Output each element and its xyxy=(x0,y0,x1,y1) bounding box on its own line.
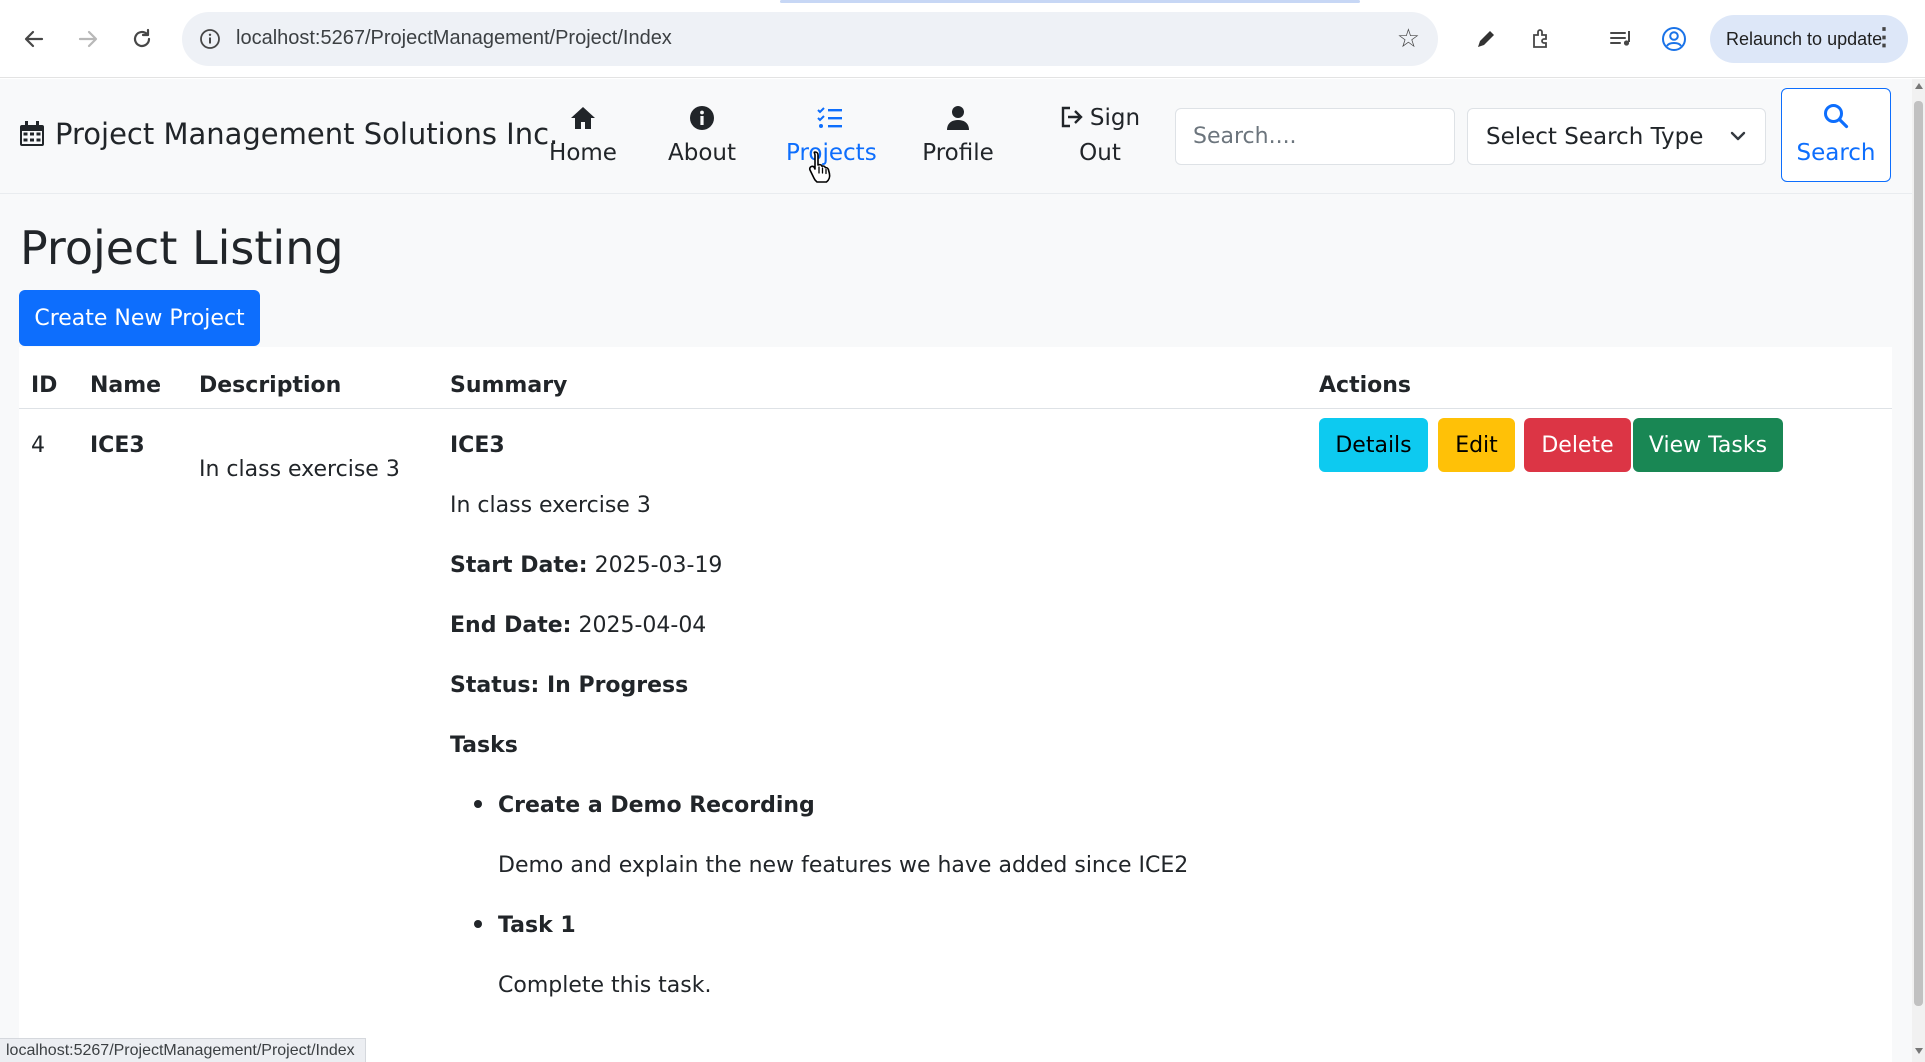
scroll-up-arrow-icon[interactable] xyxy=(1915,83,1923,89)
media-queue-icon[interactable] xyxy=(1604,22,1638,56)
summary-name: ICE3 xyxy=(450,433,505,458)
task-description: Complete this task. xyxy=(498,973,712,998)
user-icon xyxy=(920,101,996,135)
summary-status: Status: In Progress xyxy=(450,673,689,698)
nav-item-label: Profile xyxy=(922,140,994,166)
column-header-id: ID xyxy=(31,373,58,398)
tasks-list-icon xyxy=(786,101,874,135)
bullet-dot xyxy=(474,800,482,808)
relaunch-label: Relaunch to update xyxy=(1726,28,1883,49)
site-navbar: Project Management Solutions Inc. Home A… xyxy=(0,79,1912,194)
column-header-summary: Summary xyxy=(450,373,568,398)
task-item: Create a Demo Recording xyxy=(474,793,815,818)
sign-out-label-line2: Out xyxy=(1079,140,1121,166)
calendar-icon xyxy=(20,121,44,146)
bullet-dot xyxy=(474,920,482,928)
sign-out-label-line1: Sign xyxy=(1089,105,1141,131)
details-button[interactable]: Details xyxy=(1319,418,1428,472)
profile-avatar-icon[interactable] xyxy=(1657,22,1691,56)
nav-item-sign-out[interactable]: Sign Out xyxy=(1057,101,1143,171)
reload-icon[interactable] xyxy=(125,22,159,56)
house-icon xyxy=(549,101,617,135)
search-button[interactable]: Search xyxy=(1781,88,1891,182)
nav-item-about[interactable]: About xyxy=(664,101,740,171)
nav-item-label: About xyxy=(667,140,736,166)
end-date-value: 2025-04-04 xyxy=(578,613,707,638)
create-new-project-button[interactable]: Create New Project xyxy=(19,290,260,346)
search-type-select[interactable]: Select Search Type xyxy=(1467,108,1766,165)
task-title: Task 1 xyxy=(498,913,576,938)
search-placeholder: Search.... xyxy=(1193,124,1297,149)
nav-item-profile[interactable]: Profile xyxy=(920,101,996,171)
bookmark-star-icon[interactable]: ☆ xyxy=(1397,24,1420,54)
search-input[interactable]: Search.... xyxy=(1175,108,1455,165)
brand-name: Project Management Solutions Inc. xyxy=(55,117,559,151)
info-circle-icon xyxy=(664,101,740,135)
extensions-puzzle-icon[interactable] xyxy=(1524,22,1558,56)
search-type-value: Select Search Type xyxy=(1486,123,1704,150)
loading-indicator xyxy=(780,0,1360,3)
row-description: In class exercise 3 xyxy=(199,457,400,482)
browser-toolbar: localhost:5267/ProjectManagement/Project… xyxy=(0,0,1925,78)
page-scrollbar[interactable] xyxy=(1912,79,1925,1062)
mouse-pointer-icon xyxy=(806,150,836,190)
row-id: 4 xyxy=(31,433,45,458)
view-tasks-button[interactable]: View Tasks xyxy=(1633,418,1783,472)
summary-tasks-heading: Tasks xyxy=(450,733,518,758)
nav-item-home[interactable]: Home xyxy=(549,101,617,171)
column-header-description: Description xyxy=(199,373,342,398)
more-menu-icon[interactable]: ⋮ xyxy=(1872,24,1896,52)
brand[interactable]: Project Management Solutions Inc. xyxy=(18,117,558,151)
header-divider xyxy=(19,408,1892,409)
back-arrow-icon[interactable] xyxy=(17,22,51,56)
end-date-label: End Date: xyxy=(450,613,572,638)
column-header-name: Name xyxy=(90,373,162,398)
start-date-value: 2025-03-19 xyxy=(594,553,723,578)
delete-button[interactable]: Delete xyxy=(1524,418,1631,472)
chevron-down-icon xyxy=(1729,125,1747,151)
summary-end-date: End Date: 2025-04-04 xyxy=(450,613,706,638)
projects-table: ID Name Description Summary Actions 4 IC… xyxy=(19,347,1892,1062)
task-title: Create a Demo Recording xyxy=(498,793,815,818)
column-header-actions: Actions xyxy=(1319,373,1411,398)
forward-arrow-icon[interactable] xyxy=(71,22,105,56)
nav-item-label: Home xyxy=(549,140,617,166)
page-content: Project Management Solutions Inc. Home A… xyxy=(0,79,1912,1062)
url-text[interactable]: localhost:5267/ProjectManagement/Project… xyxy=(236,27,672,50)
scroll-thumb[interactable] xyxy=(1914,101,1923,1006)
site-info-icon[interactable] xyxy=(196,25,224,53)
search-icon xyxy=(1782,103,1890,135)
sign-out-icon xyxy=(1061,106,1083,128)
address-bar[interactable]: localhost:5267/ProjectManagement/Project… xyxy=(182,12,1438,66)
row-name: ICE3 xyxy=(90,433,145,458)
status-bar-url: localhost:5267/ProjectManagement/Project… xyxy=(0,1038,366,1062)
page-title: Project Listing xyxy=(20,221,344,275)
summary-start-date: Start Date: 2025-03-19 xyxy=(450,553,722,578)
edit-button[interactable]: Edit xyxy=(1438,418,1515,472)
search-button-label: Search xyxy=(1796,140,1876,166)
start-date-label: Start Date: xyxy=(450,553,588,578)
task-description: Demo and explain the new features we hav… xyxy=(498,853,1189,878)
summary-description: In class exercise 3 xyxy=(450,493,651,518)
relaunch-button[interactable]: Relaunch to update ⋮ xyxy=(1710,15,1908,63)
task-item: Task 1 xyxy=(474,913,576,938)
scroll-down-arrow-icon[interactable] xyxy=(1915,1048,1923,1054)
pen-extension-icon[interactable] xyxy=(1469,22,1503,56)
